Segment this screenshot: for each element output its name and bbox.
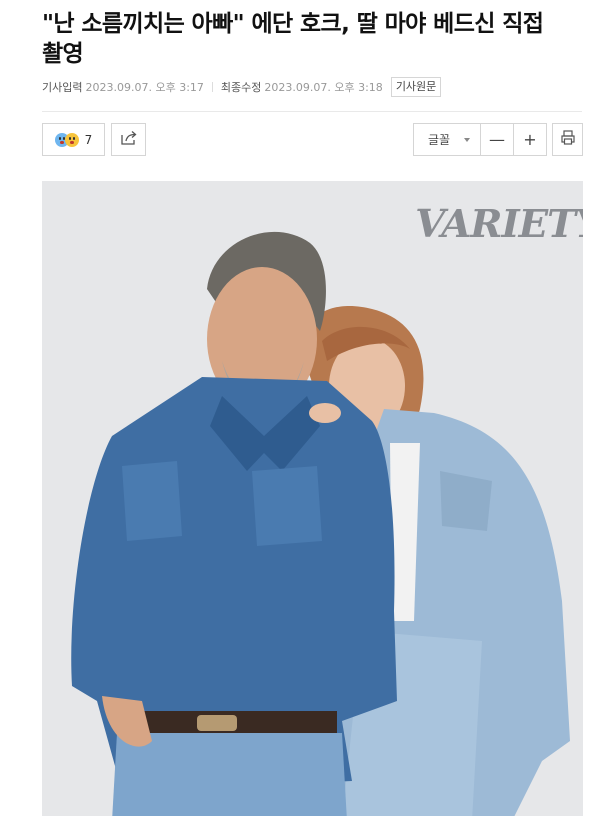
input-time: 2023.09.07. 오후 3:17	[85, 81, 204, 94]
minus-icon: —	[489, 129, 505, 149]
font-decrease-button[interactable]: —	[480, 123, 514, 156]
modified-time: 2023.09.07. 오후 3:18	[264, 81, 383, 94]
meta-divider	[211, 82, 213, 92]
reaction-emoji-icon	[54, 132, 79, 147]
modified-time-label: 최종수정	[220, 81, 262, 94]
reaction-count: 7	[84, 132, 93, 147]
reaction-button[interactable]: 7	[42, 123, 105, 156]
print-icon	[560, 130, 575, 149]
share-button[interactable]	[111, 123, 146, 156]
original-article-button[interactable]: 기사원문	[390, 77, 442, 97]
plus-icon: +	[523, 129, 537, 149]
font-increase-button[interactable]: +	[513, 123, 547, 156]
print-button[interactable]	[552, 123, 583, 156]
article-page: "난 소름끼치는 아빠" 에단 호크, 딸 마야 베드신 직접 촬영 기사입력 …	[0, 0, 606, 816]
meta-divider-line	[42, 111, 582, 112]
input-time-label: 기사입력	[42, 81, 83, 94]
article-meta: 기사입력 2023.09.07. 오후 3:17 최종수정 2023.09.07…	[42, 77, 442, 97]
photo-illustration	[42, 181, 583, 816]
share-icon	[120, 130, 138, 150]
font-select-label: 글꼴	[428, 133, 451, 147]
article-title: "난 소름끼치는 아빠" 에단 호크, 딸 마야 베드신 직접 촬영	[42, 11, 544, 67]
caret-down-icon	[464, 137, 470, 142]
font-select-button[interactable]: 글꼴	[413, 123, 481, 156]
article-photo: VARIETY	[42, 181, 583, 816]
variety-logo: VARIETY	[415, 201, 583, 246]
